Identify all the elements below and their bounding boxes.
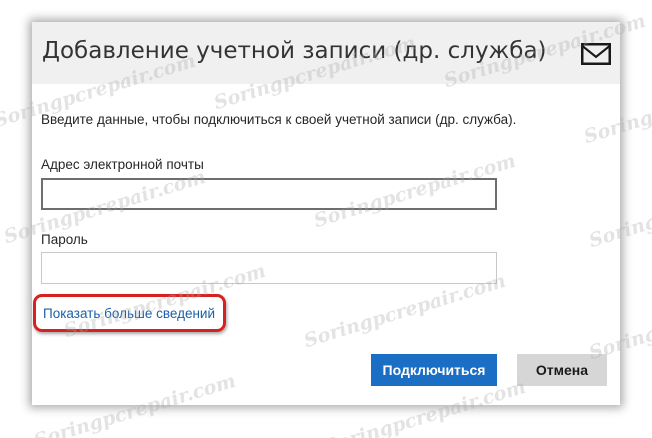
cancel-button[interactable]: Отмена [517, 354, 607, 386]
add-account-dialog: Добавление учетной записи (др. служба) В… [32, 22, 620, 405]
email-label: Адрес электронной почты [41, 157, 204, 172]
dialog-title: Добавление учетной записи (др. служба) [42, 38, 547, 64]
mail-icon [581, 43, 611, 65]
email-field[interactable] [41, 178, 497, 210]
connect-button[interactable]: Подключиться [371, 354, 497, 386]
password-label: Пароль [41, 232, 88, 247]
highlight-frame: Показать больше сведений [33, 294, 226, 332]
page: Добавление учетной записи (др. служба) В… [0, 0, 652, 438]
dialog-header: Добавление учетной записи (др. служба) [32, 22, 620, 84]
show-more-details-link[interactable]: Показать больше сведений [43, 306, 215, 321]
instruction-text: Введите данные, чтобы подключиться к сво… [41, 112, 517, 127]
password-field[interactable] [41, 252, 497, 284]
